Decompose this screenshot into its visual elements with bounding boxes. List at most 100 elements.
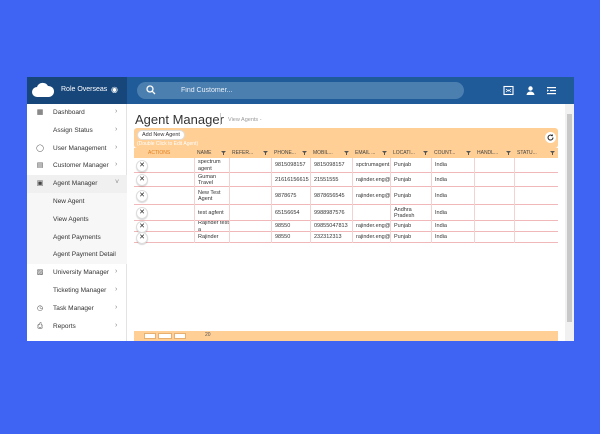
table-row[interactable]: ✕ test agfent 65156654 9988987576 Andhra Pra…	[134, 205, 558, 221]
table-cell	[514, 232, 558, 243]
table-row[interactable]: ✕ Rajinder 98550232312313rajinder.eng@...P…	[134, 231, 558, 244]
top-bar: Role Overseas ◉	[27, 77, 574, 104]
scrollbar-thumb[interactable]	[567, 114, 572, 322]
table-cell	[474, 187, 514, 205]
settings-dot-icon[interactable]: ◉	[111, 85, 118, 94]
sidebar-item-view-agents[interactable]: View Agents	[27, 210, 127, 229]
user-icon[interactable]	[525, 85, 536, 96]
delete-row-button[interactable]: ✕	[136, 174, 148, 186]
menu-icon[interactable]	[546, 85, 557, 96]
table-cell: spectrum agent	[194, 158, 229, 173]
task-icon: ◷	[36, 304, 44, 312]
refresh-icon[interactable]	[545, 132, 556, 143]
table-footer: 20	[134, 331, 558, 341]
table-row[interactable]: ✕ Rajinder test a 98550 09855047813 rajinder…	[134, 220, 558, 233]
sidebar-item-agent-payments[interactable]: Agent Payments	[27, 228, 127, 247]
first-page-button[interactable]	[144, 333, 156, 339]
table-row[interactable]: ✕ Guman Travel 21616156615 21551555 rajinder…	[134, 173, 558, 187]
column-header[interactable]: STATU...	[514, 148, 558, 158]
search-input[interactable]	[181, 85, 441, 96]
filter-icon[interactable]	[550, 151, 555, 155]
filter-icon[interactable]	[263, 151, 268, 155]
filter-icon[interactable]	[344, 151, 349, 155]
sidebar-item-assign-status[interactable]: Assign Status ›	[27, 122, 127, 140]
column-header[interactable]: NAME	[194, 148, 229, 158]
table-row[interactable]: ✕ New Test Agent 9878675 9878656545 rajinder…	[134, 187, 558, 205]
column-header[interactable]: REFER...	[229, 148, 271, 158]
column-header[interactable]: PHONE...	[271, 148, 310, 158]
customer-icon: ▤	[36, 162, 44, 170]
delete-row-button[interactable]: ✕	[136, 190, 148, 202]
fullscreen-icon[interactable]	[503, 85, 514, 96]
delete-row-button[interactable]: ✕	[136, 231, 148, 244]
chevron-right-icon: ›	[115, 286, 118, 293]
main-content: Agent Manager View Agents - Add New Agen…	[128, 104, 565, 341]
table-cell: Punjab	[390, 232, 431, 243]
delete-row-button[interactable]: ✕	[136, 207, 148, 219]
delete-row-button[interactable]: ✕	[136, 159, 148, 172]
table-row[interactable]: ✕ spectrum agent 9815098157 9815098157 spctr…	[134, 158, 558, 173]
column-header[interactable]: COUNT...	[431, 148, 474, 158]
university-icon: ▨	[36, 269, 44, 277]
column-header[interactable]: LOCATI...	[390, 148, 431, 158]
sidebar-item-ticketing-manager[interactable]: Ticketing Manager ›	[27, 282, 127, 300]
table-cell: Punjab	[390, 173, 431, 187]
table-cell: rajinder.eng@...	[352, 232, 390, 243]
add-new-agent-button[interactable]: Add New Agent	[137, 130, 185, 140]
table-cell: 65156654	[271, 205, 310, 221]
sidebar: ▦ Dashboard › Assign Status › ◯ User Managemen…	[27, 104, 127, 341]
table-cell	[352, 205, 390, 221]
column-header[interactable]: HANDL...	[474, 148, 514, 158]
sidebar-item-label: New Agent	[53, 198, 85, 205]
sidebar-item-user-management[interactable]: ◯ User Management ›	[27, 140, 127, 158]
current-page-box[interactable]	[158, 333, 172, 339]
table-cell: rajinder.eng@...	[352, 173, 390, 187]
sidebar-item-task-manager[interactable]: ◷ Task Manager ›	[27, 300, 127, 318]
table-cell	[229, 232, 271, 243]
filter-icon[interactable]	[506, 151, 511, 155]
table-cell: New Test Agent	[194, 187, 229, 205]
table-cell	[514, 187, 558, 205]
next-page-button[interactable]	[174, 333, 186, 339]
table-cell: Punjab	[390, 158, 431, 173]
column-header-label: LOCATI...	[393, 150, 415, 156]
table-cell	[229, 221, 271, 232]
sidebar-item-reports[interactable]: ⎙ Reports ›	[27, 318, 127, 336]
scrollbar[interactable]	[565, 104, 574, 341]
filter-icon[interactable]	[423, 151, 428, 155]
table-cell: 232312313	[310, 232, 352, 243]
dashboard-icon: ▦	[36, 109, 44, 116]
sidebar-item-label: Dashboard	[53, 109, 85, 116]
sidebar-item-agent-manager[interactable]: ▣ Agent Manager ˅	[27, 175, 127, 194]
column-header[interactable]: MOBIL...	[310, 148, 352, 158]
table-cell: 21616156615	[271, 173, 310, 187]
filter-icon[interactable]	[221, 151, 226, 155]
search-icon[interactable]	[146, 85, 156, 95]
table-cell: India	[431, 158, 474, 173]
sidebar-item-new-agent[interactable]: New Agent	[27, 193, 127, 211]
filter-icon[interactable]	[466, 151, 471, 155]
table-cell	[229, 158, 271, 173]
table-cell	[474, 205, 514, 221]
sidebar-item-dashboard[interactable]: ▦ Dashboard ›	[27, 104, 127, 122]
chevron-right-icon: ›	[115, 161, 118, 169]
table-cell	[514, 173, 558, 187]
delete-row-button[interactable]: ✕	[136, 220, 148, 233]
sidebar-item-agent-payment-detail[interactable]: Agent Payment Detail	[27, 246, 127, 265]
column-header[interactable]: ACTIONS	[134, 148, 194, 158]
breadcrumb[interactable]: View Agents -	[228, 117, 262, 123]
filter-icon[interactable]	[302, 151, 307, 155]
table-cell: Punjab	[390, 221, 431, 232]
table-cell	[474, 158, 514, 173]
cloud-logo-icon	[32, 82, 55, 97]
table-cell: Rajinder	[194, 232, 229, 243]
brand-name: Role Overseas	[61, 86, 108, 93]
column-header[interactable]: EMAIL ...	[352, 148, 390, 158]
filter-icon[interactable]	[382, 151, 387, 155]
column-header-label: PHONE...	[274, 150, 296, 156]
sidebar-item-customer-manager[interactable]: ▤ Customer Manager ›	[27, 157, 127, 175]
table-cell: 21551555	[310, 173, 352, 187]
page-size-select[interactable]: 20	[205, 332, 211, 338]
sidebar-item-university-manager[interactable]: ▨ University Manager ›	[27, 264, 127, 282]
sidebar-item-label: Agent Payment Detail	[53, 251, 116, 259]
